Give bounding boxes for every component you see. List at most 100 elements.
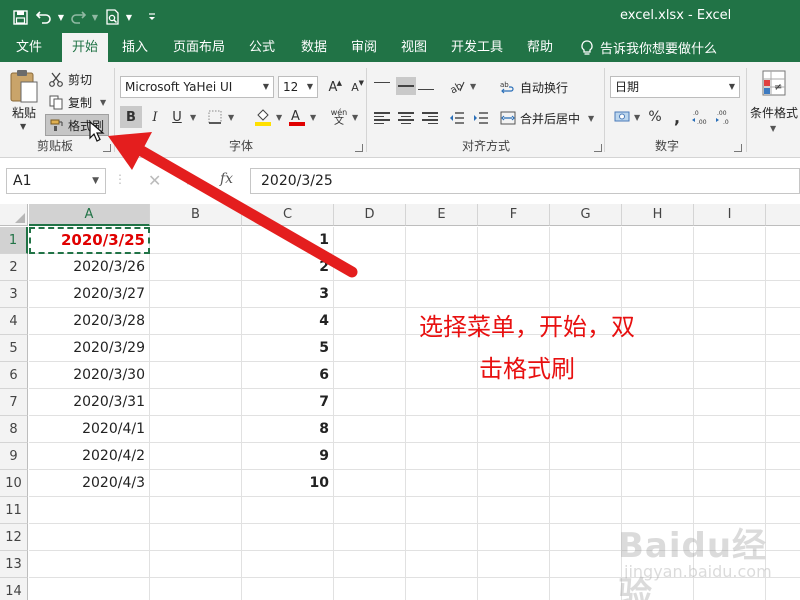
cell-a[interactable]: 2020/4/2 — [29, 443, 150, 470]
cell-e[interactable] — [406, 227, 478, 254]
conditional-formatting-button[interactable]: ≠ — [762, 70, 788, 101]
cell-g[interactable] — [550, 416, 622, 443]
bottom-align-button[interactable] — [418, 77, 438, 95]
cell-h[interactable] — [622, 551, 694, 578]
cell-g[interactable] — [550, 443, 622, 470]
row-header[interactable]: 13 — [0, 551, 28, 578]
cell-d[interactable] — [334, 578, 406, 600]
middle-align-button[interactable] — [396, 77, 416, 95]
row-header[interactable]: 7 — [0, 389, 28, 416]
cell-f[interactable] — [478, 470, 550, 497]
fill-color-dropdown-icon[interactable]: ▼ — [276, 113, 282, 122]
cell-a[interactable] — [29, 524, 150, 551]
redo-icon[interactable] — [66, 6, 90, 28]
row-header[interactable]: 9 — [0, 443, 28, 470]
cell-i[interactable] — [694, 578, 766, 600]
cell-g[interactable] — [550, 227, 622, 254]
cell-f[interactable] — [478, 497, 550, 524]
number-format-dropdown-icon[interactable]: ▼ — [729, 77, 735, 97]
cell-j[interactable] — [766, 362, 800, 389]
cell-f[interactable] — [478, 416, 550, 443]
name-box[interactable]: A1 ▼ — [6, 168, 106, 194]
name-box-dropdown-icon[interactable]: ▼ — [92, 169, 99, 193]
cell-h[interactable] — [622, 416, 694, 443]
cell-a[interactable]: 2020/3/27 — [29, 281, 150, 308]
cell-d[interactable] — [334, 524, 406, 551]
cell-h[interactable] — [622, 389, 694, 416]
enter-check-icon[interactable]: ✓ — [184, 171, 197, 190]
cell-b[interactable] — [150, 551, 242, 578]
cell-h[interactable] — [622, 524, 694, 551]
cell-g[interactable] — [550, 497, 622, 524]
cell-h[interactable] — [622, 497, 694, 524]
cell-j[interactable] — [766, 551, 800, 578]
grow-font-button[interactable]: A ▲ — [322, 76, 344, 98]
insert-function-icon[interactable]: fx — [220, 171, 233, 187]
cell-b[interactable] — [150, 254, 242, 281]
cell-j[interactable] — [766, 335, 800, 362]
cell-i[interactable] — [694, 227, 766, 254]
accounting-dropdown-icon[interactable]: ▼ — [634, 113, 640, 122]
conditional-formatting-label[interactable]: 条件格式 — [750, 104, 798, 121]
copy-button[interactable]: 复制 ▼ — [48, 91, 106, 113]
cell-g[interactable] — [550, 281, 622, 308]
cell-b[interactable] — [150, 308, 242, 335]
cell-b[interactable] — [150, 578, 242, 600]
cell-f[interactable] — [478, 281, 550, 308]
cell-i[interactable] — [694, 389, 766, 416]
cell-b[interactable] — [150, 389, 242, 416]
conditional-formatting-dropdown-icon[interactable]: ▼ — [770, 124, 776, 133]
cut-button[interactable]: 剪切 — [48, 68, 92, 90]
cell-g[interactable] — [550, 470, 622, 497]
cell-h[interactable] — [622, 227, 694, 254]
cell-j[interactable] — [766, 524, 800, 551]
row-header[interactable]: 3 — [0, 281, 28, 308]
column-header-g[interactable]: G — [550, 204, 622, 226]
tab-home[interactable]: 开始 — [62, 33, 108, 62]
cell-e[interactable] — [406, 524, 478, 551]
column-header-c[interactable]: C — [242, 204, 334, 226]
tab-insert[interactable]: 插入 — [112, 33, 158, 62]
cell-i[interactable] — [694, 335, 766, 362]
underline-dropdown-icon[interactable]: ▼ — [190, 113, 196, 122]
cell-a[interactable]: 2020/3/30 — [29, 362, 150, 389]
align-right-button[interactable] — [418, 109, 438, 127]
column-header-j[interactable] — [766, 204, 800, 226]
comma-style-button[interactable]: , — [666, 106, 688, 128]
column-header-a[interactable]: A — [29, 204, 150, 226]
cell-h[interactable] — [622, 443, 694, 470]
column-header-h[interactable]: H — [622, 204, 694, 226]
cell-j[interactable] — [766, 578, 800, 600]
redo-dropdown-icon[interactable]: ▼ — [90, 6, 100, 28]
cell-d[interactable] — [334, 416, 406, 443]
font-launcher-icon[interactable] — [355, 144, 363, 152]
font-size-box[interactable]: 12 ▼ — [278, 76, 318, 98]
cell-c[interactable]: 1 — [242, 227, 334, 254]
cell-d[interactable] — [334, 281, 406, 308]
cell-j[interactable] — [766, 497, 800, 524]
cell-c[interactable]: 9 — [242, 443, 334, 470]
cell-f[interactable] — [478, 443, 550, 470]
decrease-indent-button[interactable] — [446, 107, 468, 129]
cell-h[interactable] — [622, 281, 694, 308]
orientation-dropdown-icon[interactable]: ▼ — [470, 82, 476, 91]
alignment-launcher-icon[interactable] — [594, 144, 602, 152]
align-center-button[interactable] — [396, 109, 416, 127]
tab-review[interactable]: 审阅 — [342, 33, 386, 62]
increase-decimal-button[interactable]: .0.00 — [690, 106, 712, 128]
cell-e[interactable] — [406, 578, 478, 600]
bold-button[interactable]: B — [120, 106, 142, 128]
cell-c[interactable]: 2 — [242, 254, 334, 281]
cell-a[interactable]: 2020/3/26 — [29, 254, 150, 281]
tell-me-box[interactable]: 告诉我你想要做什么 — [580, 33, 717, 62]
customize-qat-icon[interactable] — [140, 6, 164, 28]
cell-i[interactable] — [694, 443, 766, 470]
underline-button[interactable]: U — [166, 106, 188, 128]
decrease-decimal-button[interactable]: .00.0 — [714, 106, 736, 128]
cell-i[interactable] — [694, 470, 766, 497]
column-header-d[interactable]: D — [334, 204, 406, 226]
font-name-dropdown-icon[interactable]: ▼ — [263, 77, 269, 97]
cell-c[interactable]: 3 — [242, 281, 334, 308]
cell-b[interactable] — [150, 524, 242, 551]
phonetic-guide-button[interactable]: wén 文 — [328, 106, 350, 128]
